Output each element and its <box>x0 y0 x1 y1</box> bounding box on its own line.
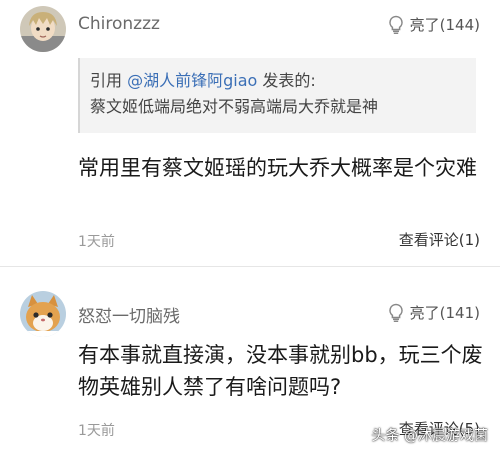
quote-header: 引用 @湖人前锋阿giao 发表的: <box>90 68 464 94</box>
lightbulb-icon <box>388 303 403 322</box>
like-button[interactable]: 亮了(141) <box>387 302 480 323</box>
comment-text: 常用里有蔡文姬瑶的玩大乔大概率是个灾难 <box>78 156 477 180</box>
source-watermark: 头条 @沐晨游戏菌 <box>371 428 488 444</box>
like-button[interactable]: 亮了(144) <box>387 14 480 35</box>
quote-text: 蔡文姬低端局绝对不弱高端局大乔就是神 <box>90 97 379 116</box>
comment-time: 1天前 <box>78 234 115 250</box>
view-replies-link[interactable]: 查看评论(1) <box>399 229 480 250</box>
comment-time: 1天前 <box>78 423 115 439</box>
avatar[interactable] <box>20 291 66 337</box>
lightbulb-icon <box>388 15 403 34</box>
like-count: 亮了(141) <box>409 304 480 322</box>
username[interactable]: Chironzzz <box>78 14 160 34</box>
quote-mention-link[interactable]: @湖人前锋阿giao <box>127 71 257 90</box>
quote-prefix: 引用 <box>90 71 128 90</box>
quote-suffix: 发表的: <box>257 71 316 90</box>
username[interactable]: 怒怼一切脑残 <box>78 302 180 327</box>
cat-avatar-icon <box>20 291 66 337</box>
like-count: 亮了(144) <box>409 16 480 34</box>
avatar[interactable] <box>20 6 66 52</box>
comment-list: Chironzzz 亮了(144) 引用 @湖人前锋阿giao 发表的: 蔡文姬… <box>0 0 500 455</box>
comment-text: 有本事就直接演，没本事就别bb，玩三个废物英雄别人禁了有啥问题吗? <box>78 343 483 399</box>
quoted-comment[interactable]: 引用 @湖人前锋阿giao 发表的: 蔡文姬低端局绝对不弱高端局大乔就是神 <box>78 58 476 133</box>
anime-boy-avatar-icon <box>20 6 66 52</box>
comment-item: Chironzzz 亮了(144) 引用 @湖人前锋阿giao 发表的: 蔡文姬… <box>0 0 500 267</box>
